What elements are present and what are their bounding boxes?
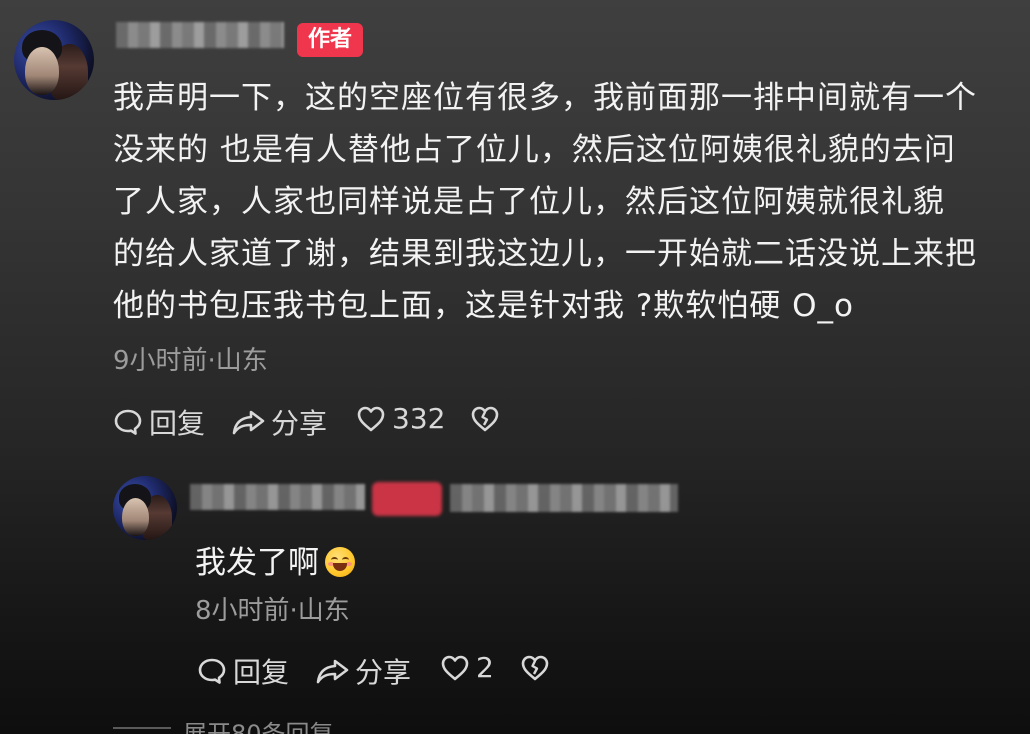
like-count: 332 [392,402,446,435]
share-icon [231,407,267,437]
reply-icon [113,407,143,437]
reply-author-avatar[interactable] [113,476,177,540]
reply-to-name-blurred[interactable] [450,484,678,512]
reply-button[interactable]: 回复 [113,402,205,442]
reply-share-button[interactable]: 分享 [315,651,411,691]
smile-emoji-icon [325,547,355,577]
comment-line: 他的书包压我书包上面，这是针对我 ?欺软怕硬 O_o [113,288,855,324]
reply-dislike-button[interactable] [520,653,550,687]
like-count: 2 [476,651,494,684]
dislike-button[interactable] [470,404,500,438]
reply-like-button[interactable]: 2 [440,651,494,684]
reply-author-name-blurred[interactable] [190,484,365,510]
broken-heart-icon [520,655,550,687]
share-label: 分享 [271,407,328,440]
comment-line: 我声明一下，这的空座位有很多，我前面那一排中间就有一个 [113,80,977,116]
heart-icon [440,653,470,683]
author-avatar[interactable] [14,20,94,100]
reply-label: 回复 [233,656,290,689]
reply-body: 我发了啊 [195,537,355,582]
expand-replies-label: 展开80条回复 [183,720,334,734]
share-button[interactable]: 分享 [231,402,327,442]
heart-icon [356,404,386,434]
expand-replies-button[interactable]: 展开80条回复 ⌄ [183,714,361,734]
reply-author-badge-blurred [372,482,442,516]
share-icon [315,656,351,686]
broken-heart-icon [470,406,500,438]
comment-line: 的给人家道了谢，结果到我这边儿，一开始就二话没说上来把 [113,236,977,272]
chevron-down-icon: ⌄ [341,720,362,734]
reply-reply-button[interactable]: 回复 [197,651,289,691]
reply-meta: 8小时前·山东 [195,596,350,626]
comment-line: 没来的 也是有人替他占了位儿，然后这位阿姨很礼貌的去问 [113,132,956,168]
like-button[interactable]: 332 [356,402,445,435]
comment-meta: 9小时前·山东 [113,346,268,376]
author-name-blurred[interactable] [116,22,284,48]
expand-replies-divider [113,727,171,729]
author-badge: 作者 [297,23,363,57]
reply-label: 回复 [149,407,206,440]
share-label: 分享 [355,656,412,689]
reply-text: 我发了啊 [195,545,319,581]
comment-line: 了人家，人家也同样说是占了位儿，然后这位阿姨就很礼貌 [113,184,945,220]
comment-body: 我声明一下，这的空座位有很多，我前面那一排中间就有一个 没来的 也是有人替他占了… [113,72,1028,332]
reply-icon [197,656,227,686]
